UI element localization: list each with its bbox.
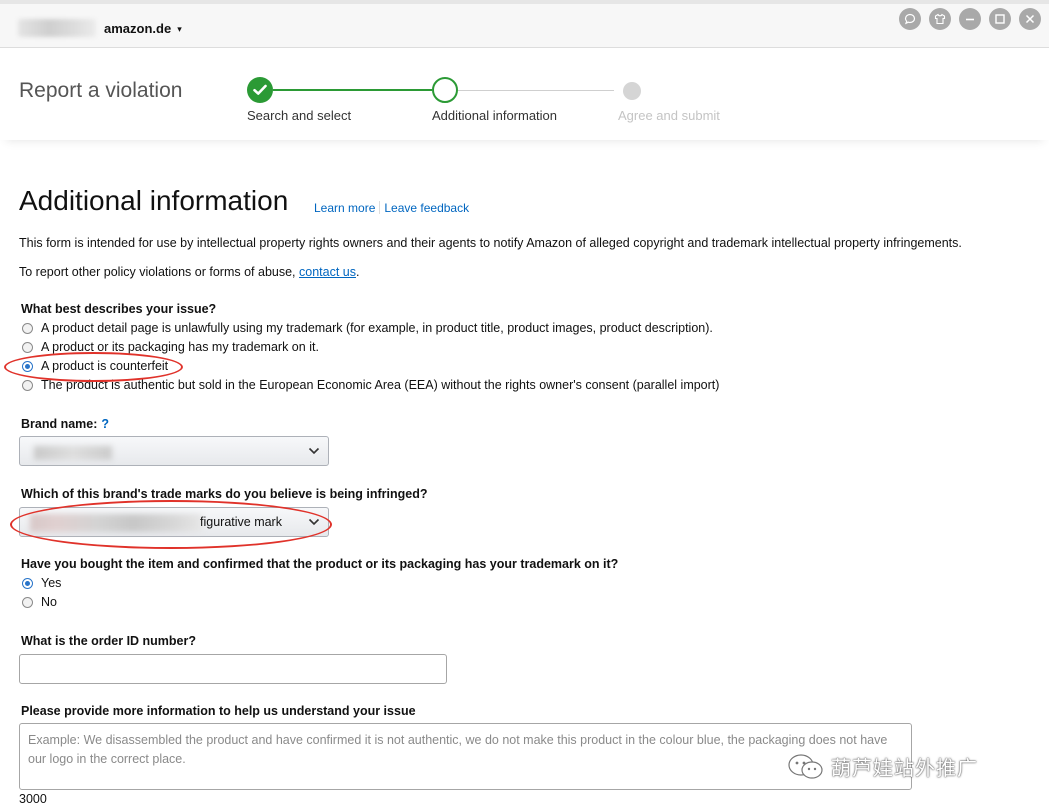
brand-value-blurred — [34, 446, 112, 460]
bought-option-no[interactable]: No — [22, 595, 57, 609]
top-bar: amazon.de ▾ — [0, 0, 1049, 48]
bought-option-label: Yes — [41, 576, 62, 590]
step-label-search-and-select: Search and select — [247, 108, 352, 123]
bought-item-question-label: Have you bought the item and confirmed t… — [21, 557, 619, 571]
annotation-circle-counterfeit — [4, 352, 183, 382]
intro-text: This form is intended for use by intelle… — [19, 236, 962, 250]
issue-option-label: A product detail page is unlawfully usin… — [41, 321, 713, 335]
top-strip — [0, 0, 1049, 4]
order-id-input[interactable] — [19, 654, 447, 684]
radio-button[interactable] — [22, 322, 33, 334]
shirt-icon[interactable] — [929, 8, 951, 30]
help-icon[interactable]: ? — [101, 417, 109, 431]
page-title: Report a violation — [19, 79, 183, 102]
annotation-circle-trademark — [10, 500, 332, 549]
step-connector-pending — [458, 90, 614, 91]
chevron-down-icon — [308, 447, 320, 455]
trademark-question-label: Which of this brand's trade marks do you… — [21, 487, 428, 501]
character-count: 3000 — [19, 792, 47, 806]
marketplace-label: amazon.de — [104, 21, 172, 36]
chevron-down-icon: ▾ — [177, 24, 182, 34]
contact-text: To report other policy violations or for… — [19, 265, 359, 279]
issue-option-detail-page[interactable]: A product detail page is unlawfully usin… — [22, 321, 713, 335]
account-name-blurred[interactable] — [18, 19, 96, 37]
link-divider — [379, 201, 381, 214]
brand-name-dropdown[interactable] — [19, 436, 329, 466]
watermark-text: 葫芦娃站外推广 — [831, 758, 978, 780]
leave-feedback-link[interactable]: Leave feedback — [384, 201, 469, 215]
more-info-label: Please provide more information to help … — [21, 704, 416, 718]
brand-name-label: Brand name:? — [21, 417, 109, 431]
step-pending-icon — [623, 82, 641, 100]
section-heading: Additional information — [19, 185, 289, 216]
step-current-icon — [432, 77, 458, 103]
issue-option-label: The product is authentic but sold in the… — [41, 378, 720, 392]
contact-text-suffix: . — [355, 265, 360, 279]
maximize-icon[interactable] — [989, 8, 1011, 30]
bought-option-yes[interactable]: Yes — [22, 576, 61, 590]
minimize-icon[interactable] — [959, 8, 981, 30]
close-icon[interactable] — [1019, 8, 1041, 30]
step-connector-complete — [273, 89, 432, 91]
window-controls — [899, 8, 1041, 30]
step-label-agree-and-submit: Agree and submit — [618, 108, 720, 123]
radio-button[interactable] — [22, 341, 33, 353]
watermark: 葫芦娃站外推广 — [787, 752, 978, 781]
bought-option-label: No — [41, 595, 57, 609]
order-id-label: What is the order ID number? — [21, 634, 197, 648]
step-label-additional-information: Additional information — [432, 108, 558, 123]
issue-question-label: What best describes your issue? — [21, 302, 217, 316]
radio-button[interactable] — [22, 379, 33, 391]
contact-text-prefix: To report other policy violations or for… — [19, 265, 299, 279]
contact-us-link[interactable]: contact us — [299, 265, 356, 279]
more-info-textarea[interactable]: Example: We disassembled the product and… — [19, 723, 912, 790]
radio-button-selected[interactable] — [22, 577, 33, 589]
heading-links: Learn more Leave feedback — [314, 201, 469, 215]
progress-stepper: Report a violation Search and select Add… — [0, 48, 1049, 140]
chat-icon[interactable] — [899, 8, 921, 30]
step-complete-icon — [247, 77, 273, 103]
marketplace-selector[interactable]: amazon.de ▾ — [104, 21, 182, 36]
checkmark-icon — [253, 84, 267, 95]
learn-more-link[interactable]: Learn more — [314, 201, 375, 215]
brand-name-label-text: Brand name: — [21, 417, 98, 431]
wechat-icon — [788, 753, 823, 779]
radio-button[interactable] — [22, 596, 33, 608]
